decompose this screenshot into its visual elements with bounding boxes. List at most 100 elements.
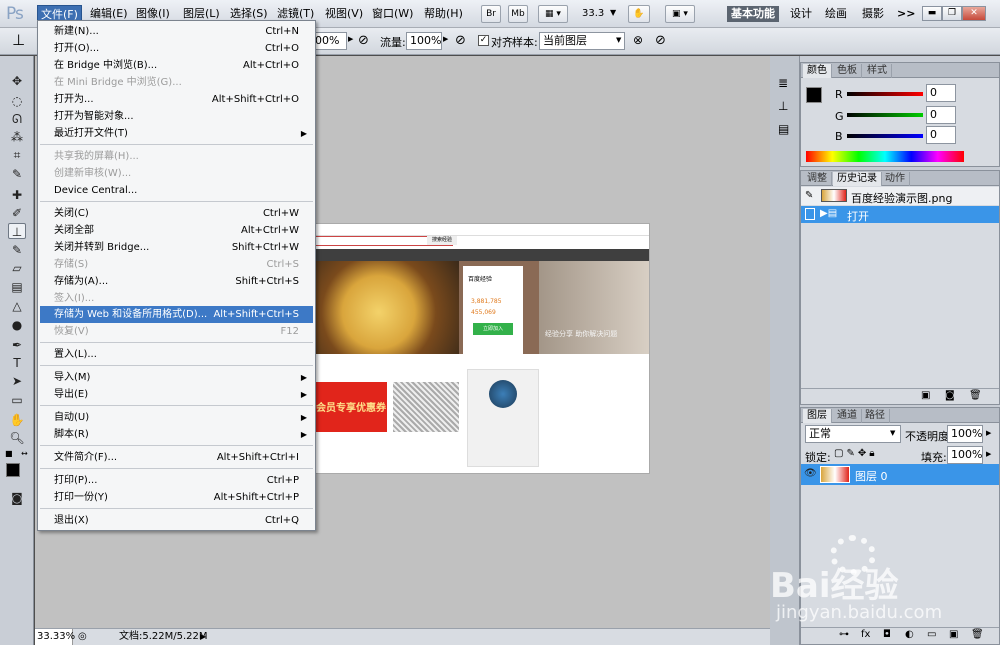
color-fg-swatch[interactable] [806, 87, 822, 103]
g-field[interactable]: 0 [926, 106, 956, 124]
new-layer-icon[interactable]: ▣ [949, 629, 958, 640]
dodge-tool-icon[interactable]: ● [8, 317, 26, 333]
gradient-tool-icon[interactable]: ▤ [8, 279, 26, 295]
color-spectrum-bar[interactable] [806, 151, 964, 162]
adjustment-layer-icon[interactable]: ◐ [905, 629, 914, 640]
tab-color[interactable]: 颜色 [803, 64, 832, 78]
menu-help[interactable]: 帮助(H) [421, 5, 466, 23]
menu-item-new[interactable]: 新建(N)... Ctrl+N [40, 23, 313, 40]
brush-tool-icon[interactable]: ✐ [8, 205, 26, 221]
link-layers-icon[interactable]: ⊶ [839, 629, 849, 640]
tab-channels[interactable]: 通道 [833, 409, 862, 423]
tab-styles[interactable]: 样式 [863, 64, 892, 78]
g-slider[interactable] [847, 113, 923, 117]
workspace-painting[interactable]: 绘画 [821, 6, 851, 22]
fill-arrow-icon[interactable]: ▶ [986, 450, 991, 458]
workspace-more[interactable]: >> [893, 6, 919, 22]
clone-stamp-tool-icon[interactable]: ⊥ [8, 223, 26, 239]
clone-source-icon[interactable]: ⊥ [778, 99, 788, 113]
shape-tool-icon[interactable]: ▭ [8, 392, 26, 408]
path-select-tool-icon[interactable]: ➤ [8, 373, 26, 389]
swap-colors-icon[interactable]: ↔ [21, 449, 28, 458]
new-group-icon[interactable]: ▭ [927, 629, 936, 640]
menu-window[interactable]: 窗口(W) [369, 5, 416, 23]
bridge-button[interactable]: Br [481, 5, 501, 23]
healing-brush-tool-icon[interactable]: ✚ [8, 187, 26, 203]
menu-item-revert[interactable]: 恢复(V) F12 [40, 323, 313, 340]
b-slider[interactable] [847, 134, 923, 138]
history-brush-source-icon[interactable]: ✎ [805, 190, 813, 201]
blend-mode-select[interactable]: 正常 [805, 425, 901, 443]
tab-actions[interactable]: 动作 [881, 172, 910, 186]
brush-presets-icon[interactable]: ≣ [778, 76, 788, 90]
menu-item-save-for-web[interactable]: 存储为 Web 和设备所用格式(D)... Alt+Shift+Ctrl+S [40, 306, 313, 323]
menu-item-save-as[interactable]: 存储为(A)... Shift+Ctrl+S [40, 273, 313, 290]
menu-item-import[interactable]: 导入(M) ▶ [40, 369, 313, 386]
menu-item-browse-bridge[interactable]: 在 Bridge 中浏览(B)... Alt+Ctrl+O [40, 57, 313, 74]
status-zoom[interactable]: 33.33% [35, 629, 75, 645]
zoom-dropdown-icon[interactable]: ▼ [610, 8, 616, 17]
layer-visibility-icon[interactable]: 👁︎ [804, 468, 817, 479]
fill-field[interactable]: 100% [947, 446, 983, 464]
status-menu-arrow-icon[interactable]: ▶ [200, 629, 206, 645]
lasso-tool-icon[interactable]: ᘏ [8, 111, 26, 127]
workspace-photography[interactable]: 摄影 [858, 6, 888, 22]
blend-mode-dropdown-icon[interactable]: ▼ [890, 429, 895, 437]
document-image[interactable]: 搜索经验 百度经验 3,881,785 455,069 立即加入 经验分享 助你… [312, 223, 650, 474]
minimize-icon[interactable]: ▬ [922, 6, 942, 21]
menu-item-print-one-copy[interactable]: 打印一份(Y) Alt+Shift+Ctrl+P [40, 489, 313, 506]
menu-item-share-screen[interactable]: 共享我的屏幕(H)... [40, 148, 313, 165]
restore-icon[interactable]: ❐ [942, 6, 962, 21]
crop-tool-icon[interactable]: ⌗ [8, 147, 26, 163]
zoom-tool-icon[interactable]: 🔍︎ [8, 430, 26, 446]
tab-paths[interactable]: 路径 [861, 409, 890, 423]
layer-style-icon[interactable]: fx [861, 629, 870, 640]
eraser-tool-icon[interactable]: ▱ [8, 260, 26, 276]
workspace-design[interactable]: 设计 [786, 6, 816, 22]
menu-item-file-info[interactable]: 文件简介(F)... Alt+Shift+Ctrl+I [40, 449, 313, 466]
delete-layer-icon[interactable]: 🗑︎ [971, 629, 984, 640]
tab-swatches[interactable]: 色板 [833, 64, 862, 78]
sample-select[interactable]: 当前图层 [539, 32, 625, 50]
menu-item-save[interactable]: 存储(S) Ctrl+S [40, 256, 313, 273]
menu-item-close-all[interactable]: 关闭全部 Alt+Ctrl+W [40, 222, 313, 239]
foreground-color-swatch[interactable] [6, 463, 20, 477]
opacity-arrow-icon[interactable]: ▶ [348, 35, 353, 43]
clone-stamp-preset-icon[interactable]: ⊥ [12, 31, 25, 49]
menu-item-scripts[interactable]: 脚本(R) ▶ [40, 426, 313, 443]
menu-item-close-go-bridge[interactable]: 关闭并转到 Bridge... Shift+Ctrl+W [40, 239, 313, 256]
quick-select-tool-icon[interactable]: ⁂ [8, 129, 26, 145]
history-step-row[interactable]: ▶▤ 打开 [801, 206, 999, 223]
flow-field[interactable]: 100% [406, 32, 442, 50]
layer-row[interactable]: 👁︎ 图层 0 [801, 464, 999, 485]
menu-item-create-review[interactable]: 创建新审核(W)... [40, 165, 313, 182]
pen-tool-icon[interactable]: ✒ [8, 337, 26, 353]
eyedropper-tool-icon[interactable]: ✎ [8, 166, 26, 182]
layer-opacity-field[interactable]: 100% [947, 425, 983, 443]
quick-mask-icon[interactable]: ◙ [8, 490, 26, 506]
r-slider[interactable] [847, 92, 923, 96]
menu-item-browse-mini-bridge[interactable]: 在 Mini Bridge 中浏览(G)... [40, 74, 313, 91]
sample-dropdown-icon[interactable]: ▼ [616, 36, 621, 44]
layer-opacity-arrow-icon[interactable]: ▶ [986, 429, 991, 437]
airbrush-icon[interactable]: ⊘ [455, 33, 466, 48]
history-snapshot-row[interactable]: ✎ 百度经验演示图.png [801, 187, 999, 205]
menu-item-print[interactable]: 打印(P)... Ctrl+P [40, 472, 313, 489]
menu-item-open[interactable]: 打开(O)... Ctrl+O [40, 40, 313, 57]
menu-item-automate[interactable]: 自动(U) ▶ [40, 409, 313, 426]
tab-layers[interactable]: 图层 [803, 409, 832, 423]
default-colors-icon[interactable]: ■ [5, 449, 13, 458]
menu-item-close[interactable]: 关闭(C) Ctrl+W [40, 205, 313, 222]
pressure-size-icon[interactable]: ⊘ [655, 33, 666, 48]
brush-panel-icon[interactable]: ▤ [778, 122, 789, 136]
menu-item-device-central[interactable]: Device Central... [40, 182, 313, 199]
close-icon[interactable]: ✕ [962, 6, 986, 21]
new-document-from-state-icon[interactable]: ▣ [921, 390, 930, 401]
type-tool-icon[interactable]: T [8, 355, 26, 371]
ignore-adjustment-icon[interactable]: ⊗ [633, 33, 643, 47]
align-checkbox[interactable]: ✓ [478, 35, 489, 46]
pressure-opacity-icon[interactable]: ⊘ [358, 33, 369, 48]
zoom-level-display[interactable]: 33.3 [582, 8, 604, 19]
workspace-essentials[interactable]: 基本功能 [727, 6, 779, 22]
menu-item-export[interactable]: 导出(E) ▶ [40, 386, 313, 403]
